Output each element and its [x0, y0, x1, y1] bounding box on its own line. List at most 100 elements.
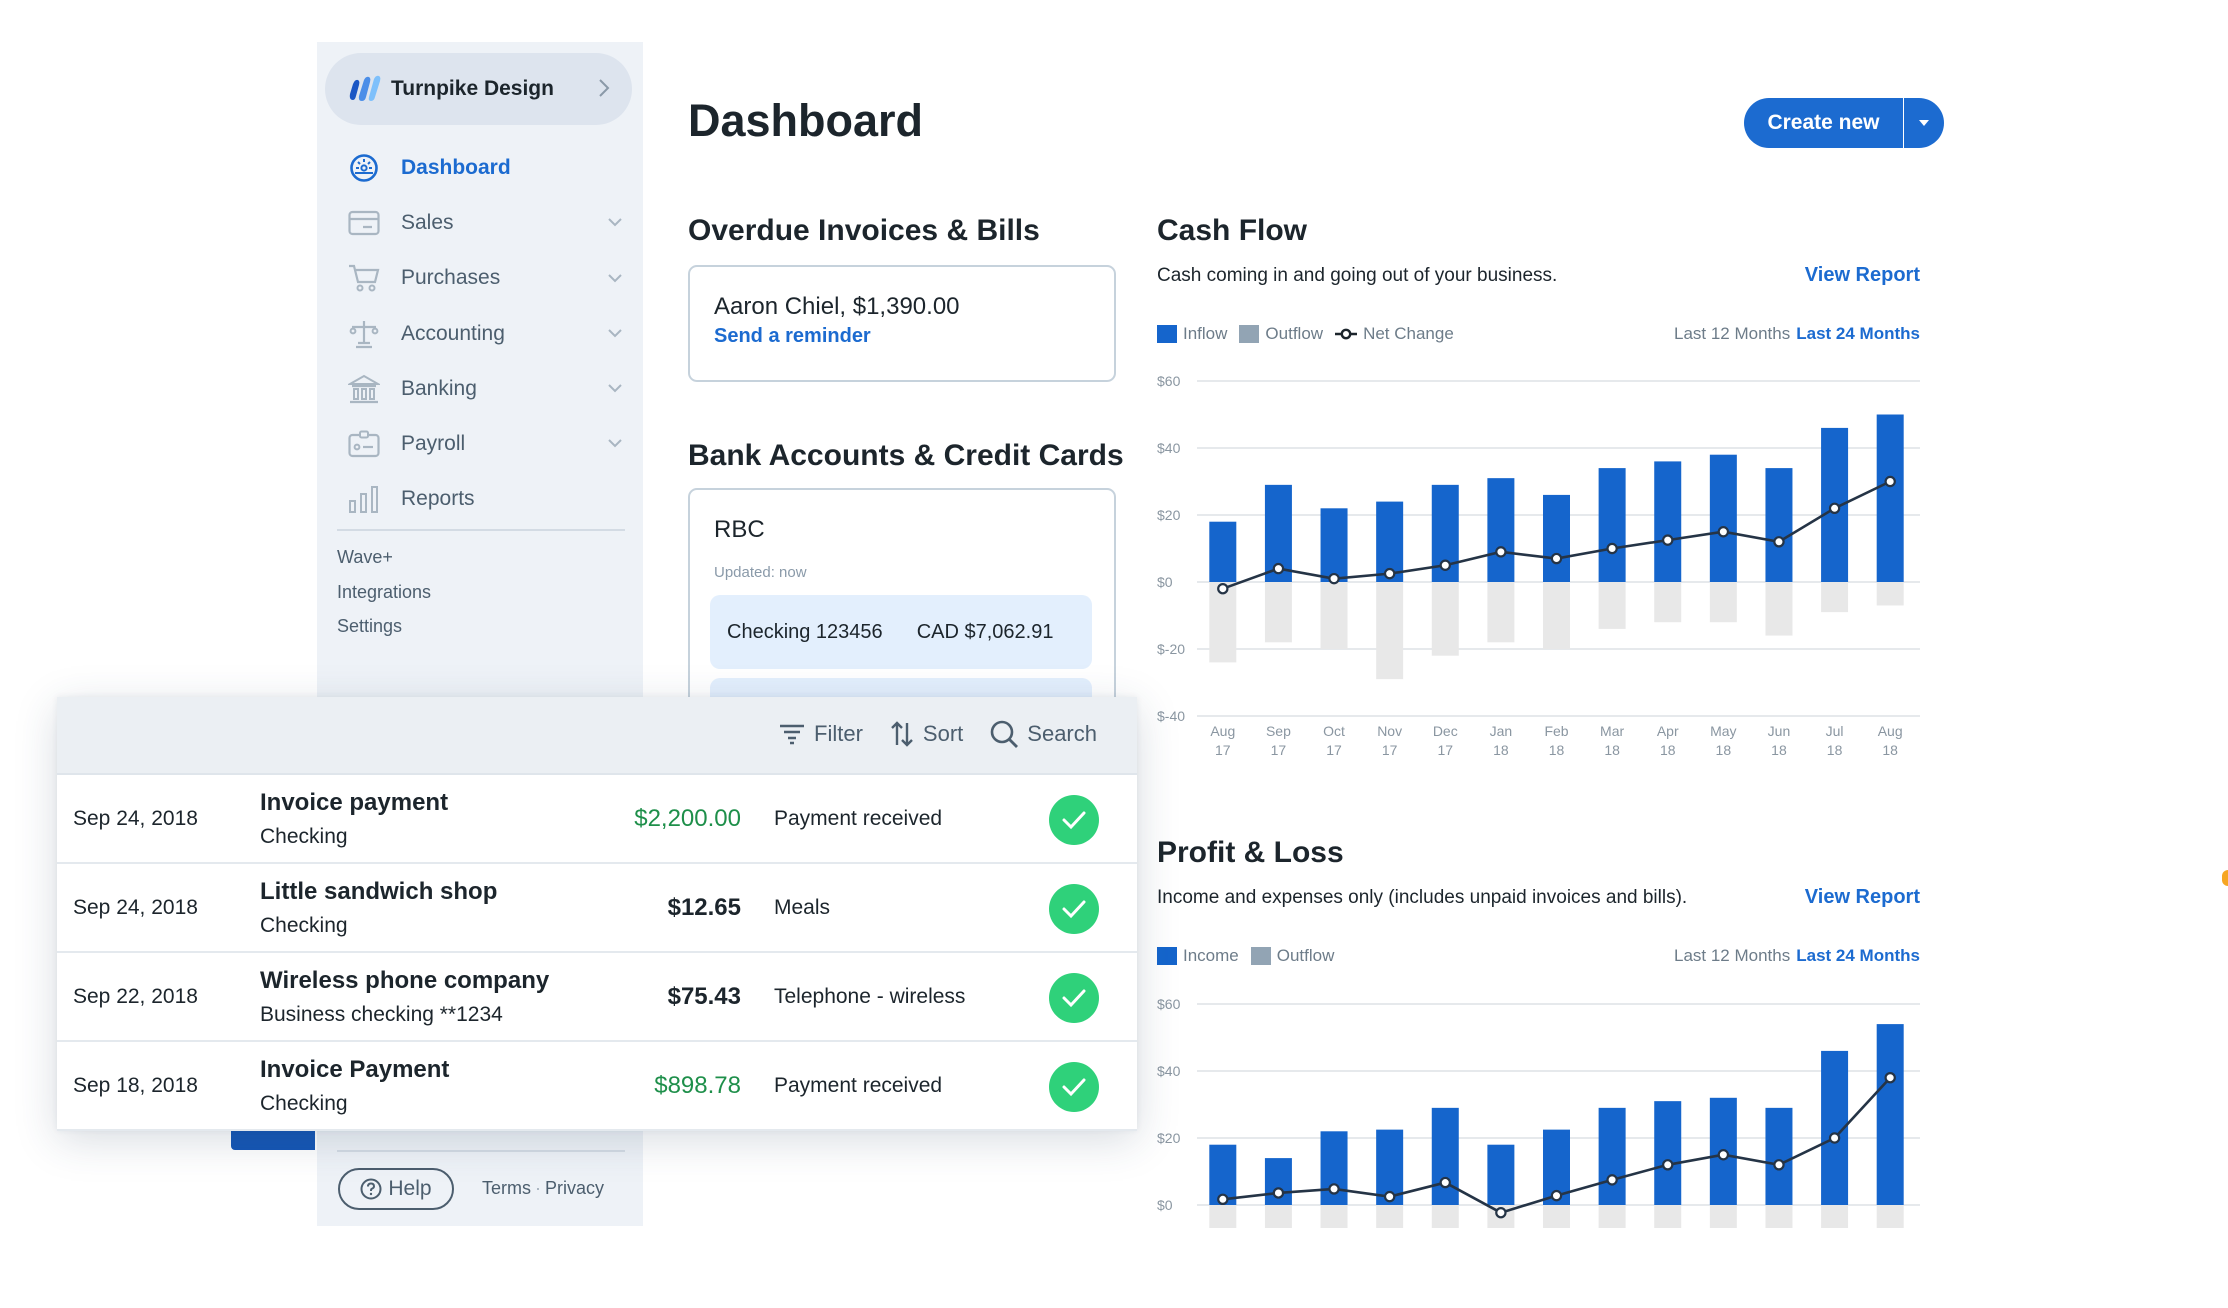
link-settings[interactable]: Settings: [337, 609, 431, 644]
inflow-bar: [1876, 1024, 1904, 1205]
transaction-amount: $12.65: [667, 894, 741, 921]
x-tick-label: May: [1710, 723, 1736, 739]
reviewed-check-button[interactable]: [1049, 973, 1099, 1023]
net-change-point: [1662, 534, 1674, 546]
sidebar-item-sales[interactable]: Sales: [317, 195, 643, 250]
sidebar-item-label: Dashboard: [401, 155, 511, 179]
outflow-bar: [1709, 1205, 1737, 1228]
scale-icon: [347, 319, 381, 349]
transaction-date: Sep 22, 2018: [73, 985, 198, 1008]
transaction-date: Sep 24, 2018: [73, 807, 198, 830]
transaction-row[interactable]: Sep 24, 2018 Invoice payment Checking $2…: [57, 775, 1137, 864]
sidebar-secondary-links: Wave+ Integrations Settings: [337, 540, 431, 644]
outflow-bar: [1431, 1205, 1459, 1228]
sidebar-item-banking[interactable]: Banking: [317, 361, 643, 416]
cash-flow-view-report[interactable]: View Report: [1805, 264, 1920, 287]
filter-button[interactable]: Filter: [778, 721, 863, 747]
x-tick-label: 18: [1604, 742, 1620, 758]
chevron-right-icon: [599, 79, 610, 97]
net-change-point: [1328, 1183, 1340, 1195]
sort-icon: [891, 721, 913, 747]
outflow-bar: [1709, 582, 1737, 623]
privacy-link[interactable]: Privacy: [545, 1178, 604, 1198]
transaction-row[interactable]: Sep 18, 2018 Invoice Payment Checking $8…: [57, 1042, 1137, 1131]
chevron-down-icon: [608, 273, 622, 283]
legend-swatch: [1157, 947, 1177, 965]
legend-label: Inflow: [1183, 324, 1228, 343]
wave-logo-icon: [349, 75, 381, 101]
id-badge-icon: [347, 429, 381, 459]
x-tick-label: Jun: [1768, 723, 1791, 739]
outflow-bar: [1821, 582, 1849, 613]
sort-label: Sort: [922, 721, 964, 746]
legend-swatch: [1239, 325, 1260, 343]
create-new-dropdown[interactable]: [1904, 98, 1944, 148]
net-change-point: [1217, 1193, 1229, 1206]
transaction-account: Checking: [260, 1092, 348, 1115]
inflow-bar: [1209, 521, 1237, 582]
filter-label: Filter: [814, 721, 863, 746]
range-12-months[interactable]: Last 12 Months: [1674, 324, 1790, 343]
help-button[interactable]: Help: [338, 1168, 454, 1210]
outflow-bar: [1654, 1205, 1682, 1228]
company-name: Turnpike Design: [391, 77, 554, 100]
y-tick-label: $40: [1157, 1063, 1181, 1079]
sidebar-item-label: Banking: [401, 376, 477, 400]
net-change-point: [1383, 567, 1396, 580]
chevron-down-icon: [608, 384, 622, 393]
create-new-button[interactable]: Create new: [1744, 98, 1944, 148]
company-switcher[interactable]: Turnpike Design: [325, 53, 632, 125]
sort-button[interactable]: Sort: [889, 719, 963, 749]
chevron-down-icon: [608, 439, 622, 448]
sales-card-icon: [347, 208, 381, 238]
range-24-months[interactable]: Last 24 Months: [1796, 946, 1920, 965]
link-wave-plus[interactable]: Wave+: [337, 540, 431, 575]
sidebar-item-label: Payroll: [401, 432, 466, 456]
sidebar-item-reports[interactable]: Reports: [317, 472, 643, 527]
outflow-bar: [1765, 1205, 1793, 1228]
inflow-bar: [1709, 454, 1737, 582]
y-tick-label: $-20: [1157, 641, 1185, 657]
sidebar-item-dashboard[interactable]: Dashboard: [317, 140, 643, 195]
transaction-row[interactable]: Sep 22, 2018 Wireless phone company Busi…: [57, 953, 1137, 1042]
x-tick-label: Nov: [1377, 723, 1402, 739]
sidebar-divider: [337, 529, 625, 531]
legend-net-change: Net Change: [1335, 324, 1454, 344]
create-new-label[interactable]: Create new: [1744, 98, 1904, 148]
chevron-down-icon: [608, 329, 622, 338]
cash-flow-chart: $60 $40 $20 $0 $-20 $-40 Aug 17 Sep 17 Oct 17 Nov 17 D…: [1157, 373, 1920, 758]
filter-icon: [780, 724, 805, 745]
legal-links: Terms · Privacy: [482, 1178, 604, 1199]
sidebar-item-payroll[interactable]: Payroll: [317, 416, 643, 471]
transaction-account: Business checking **1234: [260, 1003, 503, 1026]
outflow-bar: [1320, 582, 1348, 649]
range-12-months[interactable]: Last 12 Months: [1674, 946, 1790, 965]
transaction-category: Meals: [774, 896, 831, 919]
net-change-point: [1550, 1189, 1563, 1202]
send-reminder-link[interactable]: Send a reminder: [714, 325, 871, 348]
x-tick-label: 18: [1493, 742, 1509, 758]
reviewed-check-button[interactable]: [1049, 1062, 1099, 1112]
legend-label: Net Change: [1363, 324, 1454, 343]
sidebar-item-label: Accounting: [401, 321, 505, 345]
outflow-bar: [1598, 1205, 1626, 1228]
sidebar-item-accounting[interactable]: Accounting: [317, 306, 643, 361]
x-tick-label: 18: [1827, 742, 1843, 758]
sidebar-item-purchases[interactable]: Purchases: [317, 251, 643, 306]
transaction-amount: $898.78: [654, 1072, 741, 1099]
terms-link[interactable]: Terms: [482, 1178, 531, 1198]
reviewed-check-button[interactable]: [1049, 795, 1099, 845]
inflow-bar: [1765, 1107, 1793, 1205]
reviewed-check-button[interactable]: [1049, 884, 1099, 934]
search-button[interactable]: Search: [989, 719, 1097, 749]
net-change-point: [1606, 1174, 1618, 1186]
transaction-row[interactable]: Sep 24, 2018 Little sandwich shop Checki…: [57, 864, 1137, 953]
bank-account-row[interactable]: Checking 123456 CAD $7,062.91: [710, 595, 1092, 669]
y-tick-label: $60: [1157, 373, 1181, 389]
link-integrations[interactable]: Integrations: [337, 575, 431, 610]
help-label: Help: [388, 1177, 432, 1200]
profit-loss-view-report[interactable]: View Report: [1805, 886, 1920, 909]
x-tick-label: Jul: [1826, 723, 1844, 739]
range-24-months[interactable]: Last 24 Months: [1796, 324, 1920, 343]
line-marker-icon: [1335, 328, 1358, 340]
